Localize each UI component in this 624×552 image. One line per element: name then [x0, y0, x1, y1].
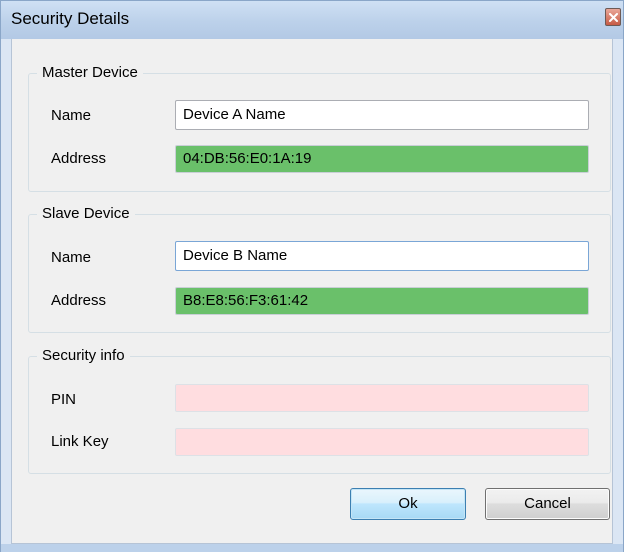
master-device-group: Master Device [28, 64, 611, 192]
pin-label: PIN [51, 391, 77, 408]
master-address-label: Address [51, 150, 107, 167]
master-name-label: Name [51, 107, 92, 124]
pin-field[interactable] [175, 384, 589, 412]
link-key-field[interactable] [175, 428, 589, 456]
window-bottom-frame [1, 544, 623, 552]
slave-device-group: Slave Device [28, 205, 611, 333]
slave-address-label: Address [51, 292, 107, 309]
master-address-field: 04:DB:56:E0:1A:19 [175, 145, 589, 173]
security-info-group-label: Security info [37, 347, 130, 364]
master-name-input[interactable]: Device A Name [175, 100, 589, 130]
link-key-label: Link Key [51, 433, 109, 450]
slave-address-field: B8:E8:56:F3:61:42 [175, 287, 589, 315]
slave-device-group-label: Slave Device [37, 205, 135, 222]
security-info-group: Security info [28, 347, 611, 474]
close-icon [609, 13, 618, 22]
title-bar[interactable]: Security Details [1, 1, 623, 39]
master-device-group-label: Master Device [37, 64, 143, 81]
slave-name-label: Name [51, 249, 92, 266]
cancel-button[interactable]: Cancel [485, 488, 610, 520]
security-details-dialog: Security Details Master Device Name Devi… [0, 0, 624, 552]
slave-name-input[interactable]: Device B Name [175, 241, 589, 271]
close-button[interactable] [605, 8, 621, 26]
ok-button[interactable]: Ok [350, 488, 466, 520]
window-title: Security Details [11, 9, 130, 28]
